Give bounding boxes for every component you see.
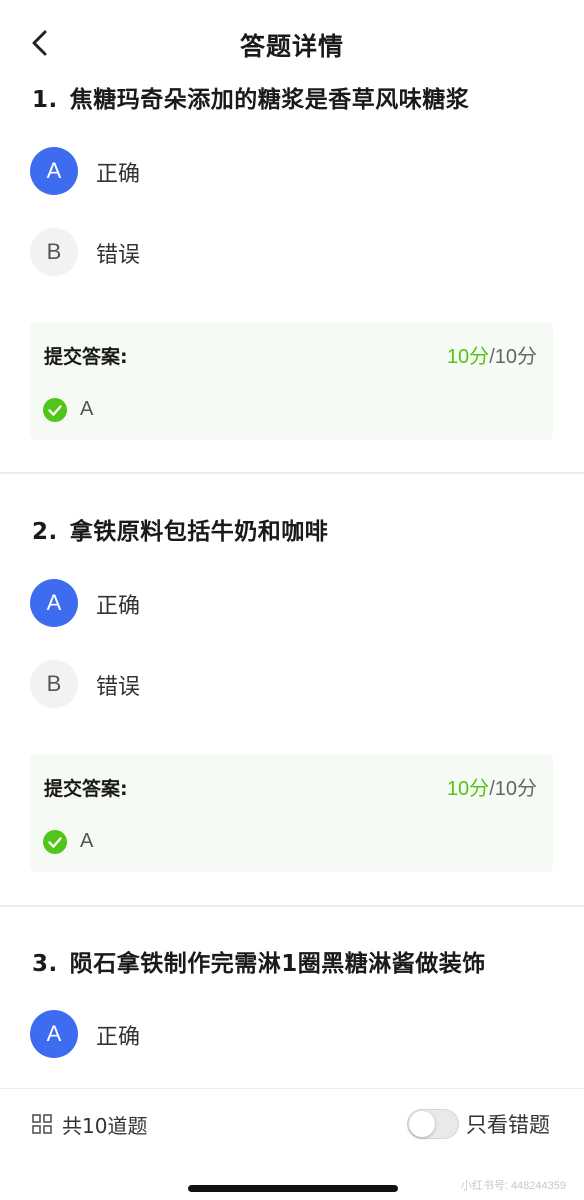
option-label: 错误 [96,675,141,700]
submitted-answer-label: 提交答案: [44,778,128,800]
check-circle-icon [43,398,67,422]
question-count-label: 共10道题 [62,1114,148,1138]
question-number: 2. [32,519,58,545]
option-label: 正确 [96,162,141,187]
grid-icon [32,1114,52,1134]
score-got: 10分 [446,778,490,800]
score-got: 10分 [446,346,490,368]
submitted-answer-panel: 提交答案: 10分/10分 A [30,322,553,440]
submitted-answer-value: A [80,830,94,852]
option-a[interactable]: A 正确 [30,1010,430,1060]
divider [0,905,584,907]
divider [0,472,584,474]
option-letter: A [30,1010,78,1058]
wrong-only-label: 只看错题 [466,1113,550,1137]
submitted-answer-value: A [80,398,94,420]
score-total: /10分 [489,778,537,800]
watermark: 小红书号: 448244359 [460,1180,566,1192]
option-label: 正确 [96,594,141,619]
question-title: 1. 焦糖玛奇朵添加的糖浆是香草风味糖浆 [32,80,469,114]
score: 10分/10分 [447,340,537,369]
check-circle-icon [43,830,67,854]
wrong-only-toggle[interactable] [407,1109,459,1139]
option-b[interactable]: B 错误 [30,228,430,278]
question-text: 焦糖玛奇朵添加的糖浆是香草风味糖浆 [69,87,470,113]
option-letter: B [30,660,78,708]
question-number: 3. [32,951,58,977]
option-letter: B [30,228,78,276]
option-label: 错误 [96,243,141,268]
option-letter: A [30,147,78,195]
question-number: 1. [32,87,58,113]
option-letter: A [30,579,78,627]
score-total: /10分 [489,346,537,368]
quiz-detail-screen: 答题详情 1. 焦糖玛奇朵添加的糖浆是香草风味糖浆 A 正确 B 错误 提交答案:… [0,0,584,1200]
option-a[interactable]: A 正确 [30,579,430,629]
submitted-answer-label: 提交答案: [44,346,128,368]
question-title: 3. 陨石拿铁制作完需淋1圈黑糖淋酱做装饰 [32,944,486,978]
submitted-answer-panel: 提交答案: 10分/10分 A [30,754,553,872]
page-title: 答题详情 [239,32,344,61]
header: 答题详情 [0,0,584,88]
question-text: 陨石拿铁制作完需淋1圈黑糖淋酱做装饰 [69,951,486,977]
toggle-knob [409,1111,435,1137]
option-b[interactable]: B 错误 [30,660,430,710]
score: 10分/10分 [447,772,537,801]
question-title: 2. 拿铁原料包括牛奶和咖啡 [32,512,328,546]
bottom-bar: 共10道题 只看错题 小红书号: 448244359 [0,1088,584,1200]
home-indicator [188,1185,398,1192]
question-text: 拿铁原料包括牛奶和咖啡 [69,519,329,545]
option-a[interactable]: A 正确 [30,147,430,197]
option-label: 正确 [96,1025,141,1050]
